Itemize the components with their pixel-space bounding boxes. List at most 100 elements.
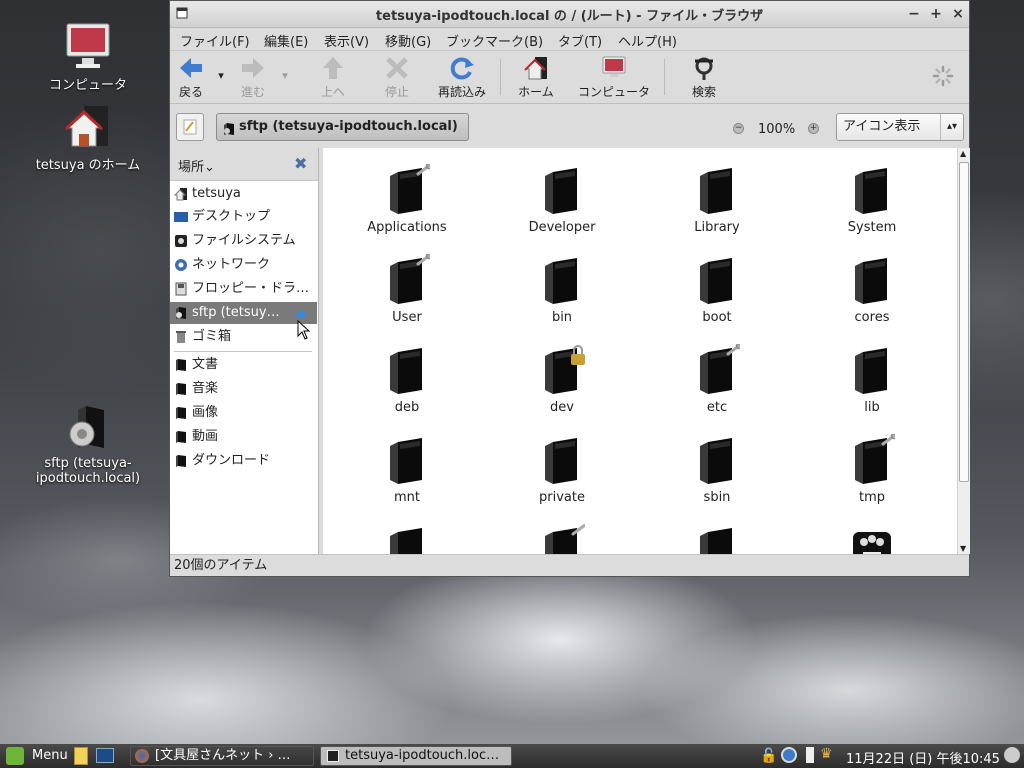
firefox-icon <box>135 749 149 763</box>
user-menu-icon[interactable] <box>1004 747 1020 763</box>
scroll-up-arrow-icon[interactable]: ▲ <box>960 149 966 158</box>
file-item[interactable]: Library <box>647 164 787 235</box>
file-icon-view: Applications Developer Library System User bi… <box>323 148 957 554</box>
network-drive-icon <box>223 120 235 146</box>
desktop-icon-computer[interactable]: コンピュータ <box>33 22 143 93</box>
reload-button[interactable]: 再読込み <box>432 55 492 100</box>
edit-location-button[interactable] <box>176 113 204 141</box>
taskbar-item-browser[interactable]: [文具屋さんネット › … <box>130 746 314 766</box>
scroll-down-arrow-icon[interactable]: ▼ <box>960 544 966 553</box>
menu-go[interactable]: 移動(G) <box>385 31 431 50</box>
file-item[interactable]: System <box>802 164 942 235</box>
menu-edit[interactable]: 編集(E) <box>264 31 308 50</box>
file-item[interactable]: bin <box>492 254 632 325</box>
menu-tabs[interactable]: タブ(T) <box>558 31 602 50</box>
file-item[interactable]: dev <box>492 344 632 415</box>
lock-icon[interactable]: 🔓 <box>760 748 777 764</box>
menu-bookmarks[interactable]: ブックマーク(B) <box>446 31 543 50</box>
sidebar-item-floppy[interactable]: フロッピー・ドラ… <box>170 278 317 300</box>
file-item[interactable]: private <box>492 434 632 505</box>
file-item[interactable]: lib <box>802 344 942 415</box>
file-item[interactable]: mnt <box>337 434 477 505</box>
file-item[interactable]: Developer <box>492 164 632 235</box>
file-item[interactable] <box>492 523 632 554</box>
chevron-down-icon: ⌄ <box>204 160 215 175</box>
sidebar-item-pictures[interactable]: 画像 <box>170 402 317 424</box>
folder-icon <box>849 344 895 396</box>
title-bar[interactable]: tetsuya-ipodtouch.local の / (ルート) - ファイル… <box>170 1 969 28</box>
file-browser-window: tetsuya-ipodtouch.local の / (ルート) - ファイル… <box>169 0 970 577</box>
sidebar-item-trash[interactable]: ゴミ箱 <box>170 326 317 348</box>
path-button[interactable]: sftp (tetsuya-ipodtouch.local) <box>216 113 469 141</box>
file-item[interactable]: Applications <box>337 162 477 235</box>
show-desktop-icon[interactable] <box>74 747 88 765</box>
file-item[interactable]: cores <box>802 254 942 325</box>
clock[interactable]: 11月22日 (日) 午後10:45 <box>846 748 1000 767</box>
file-item[interactable]: boot <box>647 254 787 325</box>
view-mode-select[interactable]: アイコン表示 ▴▾ <box>836 113 964 141</box>
up-button[interactable]: 上へ <box>316 55 350 100</box>
back-button[interactable]: 戻る <box>174 55 208 100</box>
close-button[interactable]: × <box>949 5 967 23</box>
file-name: mnt <box>394 490 420 505</box>
sidebar-item-documents[interactable]: 文書 <box>170 354 317 376</box>
minimize-button[interactable]: − <box>905 5 923 23</box>
sidebar-item-home[interactable]: tetsuya <box>170 183 317 205</box>
filesystem-icon <box>174 234 188 248</box>
file-item[interactable]: User <box>337 252 477 325</box>
terminal-icon[interactable] <box>96 748 114 763</box>
maximize-button[interactable]: + <box>927 5 945 23</box>
folder-icon <box>694 164 740 216</box>
sidebar-item-network[interactable]: ネットワーク <box>170 254 317 276</box>
folder-icon <box>174 358 188 372</box>
folder-icon <box>174 406 188 420</box>
sidebar-item-sftp[interactable]: sftp (tetsuy… ⏏ <box>170 302 317 324</box>
file-item[interactable] <box>802 524 942 554</box>
desktop-icon-sftp[interactable]: sftp (tetsuya- ipodtouch.local) <box>33 404 143 486</box>
close-sidebar-button[interactable]: ✖ <box>294 154 307 173</box>
file-name: etc <box>706 400 728 415</box>
search-icon <box>684 55 724 81</box>
sidebar-item-music[interactable]: 音楽 <box>170 378 317 400</box>
file-name: cores <box>854 310 890 325</box>
vertical-scrollbar[interactable]: ▲ ▼ <box>957 148 970 554</box>
file-item[interactable]: tmp <box>802 432 942 505</box>
desktop-icon-home[interactable]: tetsuya のホーム <box>33 102 143 173</box>
forward-history-dropdown[interactable]: ▾ <box>278 69 292 82</box>
file-item[interactable] <box>337 524 477 554</box>
item-count: 20個のアイテム <box>174 558 268 573</box>
file-item[interactable]: sbin <box>647 434 787 505</box>
update-manager-icon[interactable]: ♛ <box>820 746 833 762</box>
sidebar-item-downloads[interactable]: ダウンロード <box>170 450 317 472</box>
scrollbar-thumb[interactable] <box>959 162 969 482</box>
busy-spinner-icon <box>932 65 954 91</box>
network-status-icon[interactable] <box>781 747 797 763</box>
stop-button[interactable]: 停止 <box>380 55 414 100</box>
menu-help[interactable]: ヘルプ(H) <box>618 31 677 50</box>
sidebar-mode-dropdown[interactable]: 場所⌄ <box>178 156 215 175</box>
menu-view[interactable]: 表示(V) <box>324 31 369 50</box>
file-item[interactable] <box>647 524 787 554</box>
computer-button[interactable]: コンピュータ <box>572 55 656 100</box>
zoom-in-button[interactable]: + <box>808 123 819 134</box>
folder-icon <box>694 434 740 486</box>
updown-chevron-icon: ▴▾ <box>940 114 963 140</box>
taskbar-item-file-browser[interactable]: tetsuya-ipodtouch.loc… <box>320 746 512 766</box>
file-item[interactable]: deb <box>337 344 477 415</box>
home-folder-icon <box>64 102 112 150</box>
sidebar-item-desktop[interactable]: デスクトップ <box>170 206 317 228</box>
folder-icon <box>174 454 188 468</box>
forward-button[interactable]: 進む <box>236 55 270 100</box>
menu-file[interactable]: ファイル(F) <box>180 31 250 50</box>
package-icon <box>849 524 895 554</box>
sidebar-item-filesystem[interactable]: ファイルシステム <box>170 230 317 252</box>
sidebar-item-videos[interactable]: 動画 <box>170 426 317 448</box>
zoom-out-button[interactable]: − <box>733 123 744 134</box>
home-button[interactable]: ホーム <box>512 55 560 100</box>
file-item[interactable]: etc <box>647 342 787 415</box>
back-history-dropdown[interactable]: ▾ <box>214 69 228 82</box>
clipboard-icon[interactable] <box>806 747 814 763</box>
folder-icon <box>384 434 430 486</box>
trash-icon <box>174 330 188 344</box>
search-button[interactable]: 検索 <box>684 55 724 100</box>
